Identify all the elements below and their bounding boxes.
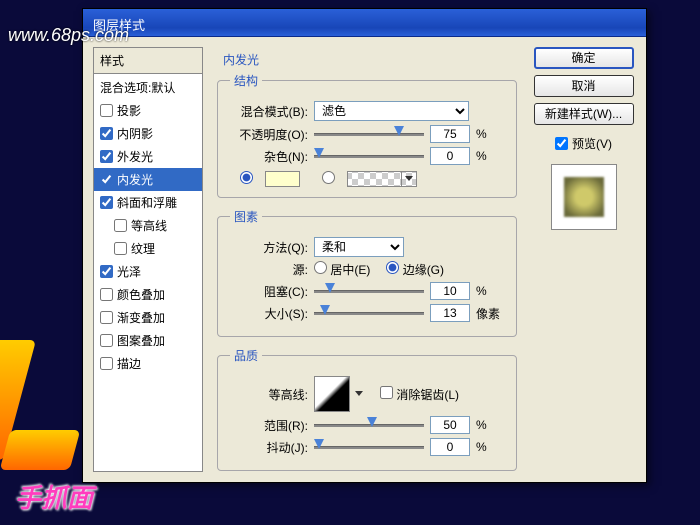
style-checkbox-8[interactable] xyxy=(100,265,113,278)
unit-percent: % xyxy=(476,440,504,454)
slider-jitter[interactable] xyxy=(314,438,424,456)
watermark-top: www.68ps.com xyxy=(8,25,129,46)
input-jitter[interactable]: 0 xyxy=(430,438,470,456)
watermark-bottom: 手抓面 xyxy=(15,478,93,515)
styles-header: 样式 xyxy=(94,48,202,74)
style-item-7[interactable]: 纹理 xyxy=(94,237,202,260)
checkbox-antialias[interactable]: 消除锯齿(L) xyxy=(380,376,459,403)
contour-picker[interactable] xyxy=(314,376,350,412)
layer-style-dialog: 图层样式 样式 混合选项:默认投影内阴影外发光内发光斜面和浮雕等高线纹理光泽颜色… xyxy=(82,8,647,483)
label-contour: 等高线: xyxy=(230,376,308,403)
style-label: 图案叠加 xyxy=(117,332,165,349)
label-blend-mode: 混合模式(B): xyxy=(230,103,308,120)
style-checkbox-11[interactable] xyxy=(100,334,113,347)
style-label: 描边 xyxy=(117,355,141,372)
cancel-button[interactable]: 取消 xyxy=(534,75,634,97)
titlebar[interactable]: 图层样式 xyxy=(83,9,646,37)
label-source: 源: xyxy=(230,261,308,278)
select-blend-mode[interactable]: 滤色 xyxy=(314,101,469,121)
input-range[interactable]: 50 xyxy=(430,416,470,434)
label-range: 范围(R): xyxy=(230,417,308,434)
select-technique[interactable]: 柔和 xyxy=(314,237,404,257)
label-choke: 阻塞(C): xyxy=(230,283,308,300)
radio-source-edge[interactable]: 边缘(G) xyxy=(386,261,444,278)
style-checkbox-6[interactable] xyxy=(114,219,127,232)
style-label: 外发光 xyxy=(117,148,153,165)
style-label: 纹理 xyxy=(131,240,155,257)
style-label: 斜面和浮雕 xyxy=(117,194,177,211)
style-label: 混合选项:默认 xyxy=(100,79,175,96)
slider-size[interactable] xyxy=(314,304,424,322)
preview-box xyxy=(551,164,617,230)
unit-percent: % xyxy=(476,284,504,298)
styles-panel: 样式 混合选项:默认投影内阴影外发光内发光斜面和浮雕等高线纹理光泽颜色叠加渐变叠… xyxy=(93,47,203,472)
slider-choke[interactable] xyxy=(314,282,424,300)
preview-thumbnail xyxy=(564,177,604,217)
style-item-3[interactable]: 外发光 xyxy=(94,145,202,168)
input-size[interactable]: 13 xyxy=(430,304,470,322)
style-item-10[interactable]: 渐变叠加 xyxy=(94,306,202,329)
style-item-8[interactable]: 光泽 xyxy=(94,260,202,283)
input-choke[interactable]: 10 xyxy=(430,282,470,300)
right-panel: 确定 取消 新建样式(W)... 预览(V) xyxy=(531,47,636,472)
input-opacity[interactable]: 75 xyxy=(430,125,470,143)
slider-range[interactable] xyxy=(314,416,424,434)
label-opacity: 不透明度(O): xyxy=(230,126,308,143)
new-style-button[interactable]: 新建样式(W)... xyxy=(534,103,634,125)
group-structure: 结构 混合模式(B): 滤色 不透明度(O): 75 % 杂色(N): 0 % xyxy=(217,72,517,198)
group-elements: 图素 方法(Q): 柔和 源: 居中(E) 边缘(G) 阻塞(C): 10 % xyxy=(217,208,517,337)
label-size: 大小(S): xyxy=(230,305,308,322)
style-checkbox-5[interactable] xyxy=(100,196,113,209)
gradient-swatch[interactable] xyxy=(347,171,417,187)
group-quality: 品质 等高线: 消除锯齿(L) 范围(R): 50 % 抖动(J): 0 % xyxy=(217,347,517,471)
style-item-11[interactable]: 图案叠加 xyxy=(94,329,202,352)
main-panel: 内发光 结构 混合模式(B): 滤色 不透明度(O): 75 % 杂色(N): … xyxy=(211,47,523,472)
style-label: 内阴影 xyxy=(117,125,153,142)
style-item-4[interactable]: 内发光 xyxy=(94,168,202,191)
style-label: 投影 xyxy=(117,102,141,119)
color-swatch[interactable] xyxy=(265,171,300,187)
input-noise[interactable]: 0 xyxy=(430,147,470,165)
legend-quality: 品质 xyxy=(230,347,262,364)
style-item-6[interactable]: 等高线 xyxy=(94,214,202,237)
radio-solid-color[interactable] xyxy=(240,171,253,187)
unit-percent: % xyxy=(476,418,504,432)
style-checkbox-9[interactable] xyxy=(100,288,113,301)
style-label: 渐变叠加 xyxy=(117,309,165,326)
label-technique: 方法(Q): xyxy=(230,239,308,256)
style-checkbox-1[interactable] xyxy=(100,104,113,117)
slider-noise[interactable] xyxy=(314,147,424,165)
style-item-12[interactable]: 描边 xyxy=(94,352,202,375)
style-label: 等高线 xyxy=(131,217,167,234)
ok-button[interactable]: 确定 xyxy=(534,47,634,69)
unit-px: 像素 xyxy=(476,305,504,322)
legend-structure: 结构 xyxy=(230,72,262,89)
style-item-1[interactable]: 投影 xyxy=(94,99,202,122)
chevron-down-icon[interactable] xyxy=(355,391,363,396)
chevron-down-icon[interactable] xyxy=(405,176,413,181)
section-title: 内发光 xyxy=(217,51,517,68)
style-checkbox-2[interactable] xyxy=(100,127,113,140)
style-checkbox-10[interactable] xyxy=(100,311,113,324)
style-item-5[interactable]: 斜面和浮雕 xyxy=(94,191,202,214)
style-checkbox-12[interactable] xyxy=(100,357,113,370)
checkbox-preview[interactable]: 预览(V) xyxy=(555,135,612,152)
slider-opacity[interactable] xyxy=(314,125,424,143)
style-checkbox-3[interactable] xyxy=(100,150,113,163)
radio-source-center[interactable]: 居中(E) xyxy=(314,261,370,278)
legend-elements: 图素 xyxy=(230,208,262,225)
style-checkbox-7[interactable] xyxy=(114,242,127,255)
unit-percent: % xyxy=(476,127,504,141)
radio-gradient[interactable] xyxy=(322,171,335,187)
style-label: 内发光 xyxy=(117,171,153,188)
style-checkbox-4[interactable] xyxy=(100,173,113,186)
style-item-2[interactable]: 内阴影 xyxy=(94,122,202,145)
style-label: 光泽 xyxy=(117,263,141,280)
label-jitter: 抖动(J): xyxy=(230,439,308,456)
style-item-9[interactable]: 颜色叠加 xyxy=(94,283,202,306)
style-item-0[interactable]: 混合选项:默认 xyxy=(94,76,202,99)
label-noise: 杂色(N): xyxy=(230,148,308,165)
unit-percent: % xyxy=(476,149,504,163)
style-label: 颜色叠加 xyxy=(117,286,165,303)
